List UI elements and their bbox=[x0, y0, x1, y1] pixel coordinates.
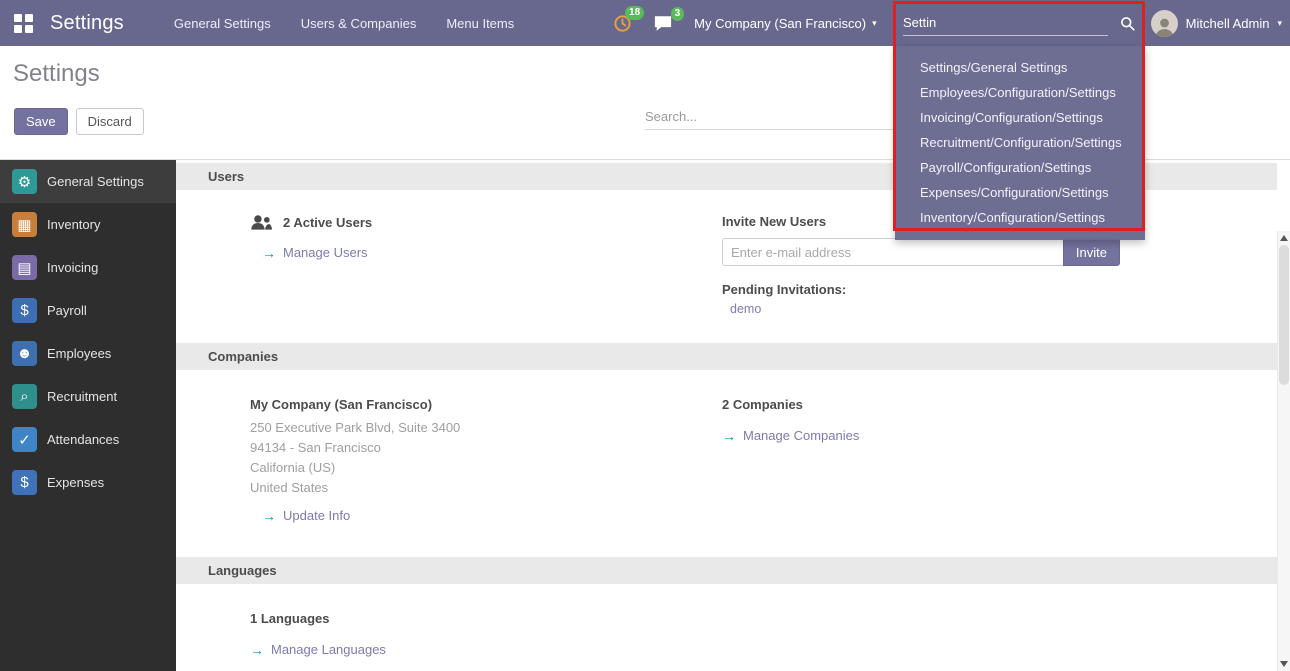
company-info-block: My Company (San Francisco) 250 Executive… bbox=[250, 397, 722, 557]
invite-email-input[interactable] bbox=[722, 238, 1064, 266]
message-badge: 3 bbox=[671, 7, 685, 21]
link-arrow-icon: → bbox=[722, 429, 736, 443]
settings-sidebar: ⚙ General Settings ▦ Inventory ▤ Invoici… bbox=[0, 160, 176, 671]
pending-user-link[interactable]: demo bbox=[730, 302, 761, 316]
address-line: 94134 - San Francisco bbox=[250, 438, 722, 458]
chevron-down-icon: ▾ bbox=[1277, 18, 1282, 29]
page-title: Settings bbox=[13, 60, 100, 88]
attendance-check-icon: ✓ bbox=[12, 427, 37, 452]
chevron-down-icon: ▾ bbox=[872, 18, 877, 29]
payroll-money-icon: $ bbox=[12, 298, 37, 323]
address-line: 250 Executive Park Blvd, Suite 3400 bbox=[250, 418, 722, 438]
sidebar-item-invoicing[interactable]: ▤ Invoicing bbox=[0, 246, 176, 289]
search-result-item[interactable]: Invoicing/Configuration/Settings bbox=[895, 105, 1145, 130]
search-result-item[interactable]: Expenses/Configuration/Settings bbox=[895, 180, 1145, 205]
menu-menu-items[interactable]: Menu Items bbox=[446, 16, 514, 31]
companies-count-block: 2 Companies → Manage Companies bbox=[722, 397, 1277, 557]
recruitment-search-icon: ⌕ bbox=[12, 384, 37, 409]
sidebar-item-inventory[interactable]: ▦ Inventory bbox=[0, 203, 176, 246]
active-users-block: 2 Active Users → Manage Users bbox=[250, 214, 722, 343]
discard-button[interactable]: Discard bbox=[76, 108, 144, 135]
control-panel-buttons: Save Discard bbox=[14, 108, 144, 135]
menu-general-settings[interactable]: General Settings bbox=[174, 16, 271, 31]
search-result-item[interactable]: Employees/Configuration/Settings bbox=[895, 80, 1145, 105]
menu-search-bar bbox=[895, 0, 1145, 46]
activity-badge: 18 bbox=[625, 6, 644, 20]
avatar-person-icon bbox=[1154, 16, 1175, 37]
companies-section-header: Companies bbox=[176, 343, 1277, 370]
chat-bubble-icon bbox=[654, 15, 672, 32]
address-line: United States bbox=[250, 478, 722, 498]
sidebar-item-general-settings[interactable]: ⚙ General Settings bbox=[0, 160, 176, 203]
languages-section-header: Languages bbox=[176, 557, 1277, 584]
scroll-up-arrow-icon[interactable] bbox=[1280, 235, 1288, 241]
user-menu[interactable]: Mitchell Admin ▾ bbox=[1151, 10, 1282, 37]
menu-users-companies[interactable]: Users & Companies bbox=[301, 16, 417, 31]
active-users-count: 2 Active Users bbox=[283, 215, 372, 230]
menu-search-overlay: Settings/General Settings Employees/Conf… bbox=[895, 0, 1145, 240]
sidebar-item-label: Employees bbox=[47, 346, 111, 361]
inventory-boxes-icon: ▦ bbox=[12, 212, 37, 237]
scroll-down-arrow-icon[interactable] bbox=[1280, 661, 1288, 667]
expenses-money-icon: $ bbox=[12, 470, 37, 495]
sidebar-item-recruitment[interactable]: ⌕ Recruitment bbox=[0, 375, 176, 418]
company-name: My Company (San Francisco) bbox=[250, 397, 722, 412]
users-group-icon bbox=[250, 214, 273, 231]
sidebar-item-label: Invoicing bbox=[47, 260, 98, 275]
user-avatar bbox=[1151, 10, 1178, 37]
companies-count: 2 Companies bbox=[722, 397, 1277, 412]
user-name: Mitchell Admin bbox=[1186, 16, 1270, 31]
manage-users-link[interactable]: → Manage Users bbox=[250, 245, 722, 260]
search-result-item[interactable]: Inventory/Configuration/Settings bbox=[895, 205, 1145, 230]
company-switcher-label: My Company (San Francisco) bbox=[694, 16, 866, 31]
company-switcher[interactable]: My Company (San Francisco) ▾ bbox=[694, 16, 876, 31]
activities-button[interactable]: 18 bbox=[613, 14, 632, 33]
vertical-scrollbar[interactable] bbox=[1277, 231, 1290, 671]
invoice-document-icon: ▤ bbox=[12, 255, 37, 280]
address-line: California (US) bbox=[250, 458, 722, 478]
menu-search-results: Settings/General Settings Employees/Conf… bbox=[895, 46, 1145, 240]
manage-companies-link[interactable]: → Manage Companies bbox=[722, 428, 1277, 443]
sidebar-item-employees[interactable]: ☻ Employees bbox=[0, 332, 176, 375]
sidebar-item-label: Recruitment bbox=[47, 389, 117, 404]
sidebar-item-expenses[interactable]: $ Expenses bbox=[0, 461, 176, 504]
top-menu: General Settings Users & Companies Menu … bbox=[174, 16, 514, 31]
app-title: Settings bbox=[50, 12, 124, 35]
languages-block: 1 Languages → Manage Languages bbox=[250, 611, 722, 671]
apps-grid-icon bbox=[14, 14, 33, 33]
search-icon[interactable] bbox=[1120, 16, 1135, 31]
languages-section: Languages 1 Languages → Manage Languages bbox=[176, 557, 1277, 671]
sidebar-item-label: Attendances bbox=[47, 432, 119, 447]
search-result-item[interactable]: Recruitment/Configuration/Settings bbox=[895, 130, 1145, 155]
employees-person-icon: ☻ bbox=[12, 341, 37, 366]
manage-languages-link[interactable]: → Manage Languages bbox=[250, 642, 722, 657]
gear-icon: ⚙ bbox=[12, 169, 37, 194]
save-button[interactable]: Save bbox=[14, 108, 68, 135]
pending-invitations-label: Pending Invitations: bbox=[722, 282, 1277, 297]
link-arrow-icon: → bbox=[250, 643, 264, 657]
sidebar-item-label: Inventory bbox=[47, 217, 100, 232]
sidebar-item-label: Expenses bbox=[47, 475, 104, 490]
invite-button[interactable]: Invite bbox=[1063, 238, 1120, 266]
search-result-item[interactable]: Payroll/Configuration/Settings bbox=[895, 155, 1145, 180]
sidebar-item-payroll[interactable]: $ Payroll bbox=[0, 289, 176, 332]
scrollbar-thumb[interactable] bbox=[1279, 245, 1289, 385]
link-arrow-icon: → bbox=[262, 246, 276, 260]
messages-button[interactable]: 3 bbox=[654, 15, 672, 32]
sidebar-item-attendances[interactable]: ✓ Attendances bbox=[0, 418, 176, 461]
sidebar-item-label: Payroll bbox=[47, 303, 87, 318]
languages-count: 1 Languages bbox=[250, 611, 722, 626]
link-arrow-icon: → bbox=[262, 509, 276, 523]
search-result-item[interactable]: Settings/General Settings bbox=[895, 55, 1145, 80]
company-address: 250 Executive Park Blvd, Suite 3400 9413… bbox=[250, 418, 722, 498]
menu-search-input[interactable] bbox=[903, 11, 1108, 36]
companies-section: Companies My Company (San Francisco) 250… bbox=[176, 343, 1277, 557]
update-info-link[interactable]: → Update Info bbox=[250, 508, 722, 523]
apps-menu-button[interactable] bbox=[0, 0, 46, 46]
sidebar-item-label: General Settings bbox=[47, 174, 144, 189]
